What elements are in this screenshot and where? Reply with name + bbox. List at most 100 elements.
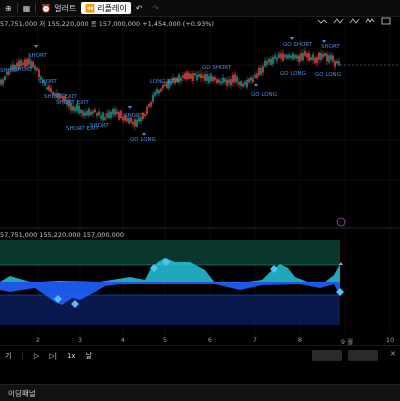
speed-button[interactable]: 1x <box>62 352 81 360</box>
top-toolbar: ⊕ ▦ ⏰ 얼러트 ⏪ 리플레이 ↶ ↷ <box>0 0 400 17</box>
zigzag-icon[interactable] <box>365 18 375 23</box>
candle <box>26 59 28 67</box>
candle <box>204 74 206 81</box>
candle <box>162 84 164 89</box>
indicator-icon[interactable] <box>317 19 328 24</box>
panel-label: 이딩패널 <box>8 388 36 398</box>
candle <box>196 74 198 81</box>
candle <box>0 79 2 85</box>
candle <box>282 53 284 61</box>
replay-controls: 기 | ▷ ▷| 1x 날 ✕ <box>0 345 400 366</box>
timeframe-label[interactable]: 기 <box>0 351 16 361</box>
step-forward-icon[interactable]: ▷| <box>44 352 62 360</box>
candle <box>332 55 334 62</box>
signal-label: SHORT <box>14 67 33 73</box>
candle <box>308 52 310 61</box>
signal-label: SHORT <box>38 79 57 85</box>
alert-button[interactable]: ⏰ 얼러트 <box>36 0 81 16</box>
candle <box>158 90 160 94</box>
candle <box>188 72 190 79</box>
candle <box>240 81 242 87</box>
candle <box>144 113 146 117</box>
candle <box>112 109 114 115</box>
wave-icon[interactable] <box>333 18 344 24</box>
layout-icon[interactable] <box>381 17 391 25</box>
candle <box>284 54 286 58</box>
candle <box>108 111 110 119</box>
candle <box>22 62 24 66</box>
grid-layout-icon[interactable]: ▦ <box>18 0 36 16</box>
candle <box>226 79 228 86</box>
candle <box>288 54 290 59</box>
candle <box>262 66 264 73</box>
candle <box>246 79 248 88</box>
candle <box>186 71 188 80</box>
candle <box>228 79 230 84</box>
alert-marker-icon[interactable] <box>336 217 346 227</box>
candle <box>314 57 316 64</box>
candle <box>244 81 246 86</box>
candle <box>286 54 288 59</box>
x-tick: 4 <box>120 336 126 344</box>
candle <box>242 83 244 87</box>
candle <box>134 119 136 127</box>
candle <box>326 54 328 62</box>
candle <box>210 74 212 82</box>
candle <box>4 76 6 80</box>
redo-icon[interactable]: ↷ <box>147 0 164 16</box>
trading-panel-tab[interactable]: 이딩패널 <box>0 384 400 401</box>
candle <box>276 57 278 61</box>
candle <box>270 58 272 65</box>
disabled-action-button[interactable] <box>312 350 342 361</box>
candle <box>100 115 102 119</box>
signal-label: LONG EXIT <box>150 79 180 85</box>
wave-icon-2[interactable] <box>349 18 360 24</box>
candle <box>50 88 52 93</box>
signal-label: SHORT <box>124 113 143 119</box>
interval-button[interactable]: 날 <box>81 351 97 361</box>
undo-icon[interactable]: ↶ <box>131 0 148 16</box>
candle <box>150 102 152 107</box>
candle <box>222 77 224 83</box>
candle <box>110 111 112 118</box>
signal-label: SHORT <box>90 123 109 129</box>
candle <box>316 56 318 64</box>
candle <box>198 73 200 77</box>
replay-label: 리플레이 <box>97 3 127 13</box>
candle <box>272 57 274 65</box>
candle <box>338 61 340 66</box>
candle <box>336 60 338 64</box>
candle <box>258 67 260 76</box>
candle <box>224 78 226 83</box>
candle <box>160 88 162 92</box>
candle <box>266 60 268 65</box>
candle <box>84 112 86 116</box>
candle <box>202 75 204 78</box>
candle <box>248 78 250 83</box>
candle <box>206 74 208 82</box>
candle <box>88 108 90 116</box>
disabled-action-button-2[interactable] <box>348 350 378 361</box>
close-icon[interactable]: ✕ <box>390 350 396 358</box>
candle <box>216 79 218 84</box>
candle <box>274 55 276 59</box>
candle <box>322 54 324 58</box>
candle <box>304 50 306 56</box>
x-tick: 6 <box>207 336 213 344</box>
x-tick: 2 <box>35 336 41 344</box>
candle <box>36 68 38 71</box>
candle <box>34 65 36 71</box>
candle <box>96 113 98 116</box>
rewind-icon: ⏪ <box>85 3 96 13</box>
play-icon[interactable]: ▷ <box>29 352 44 360</box>
candle <box>182 75 184 78</box>
candle <box>334 60 336 67</box>
replay-button[interactable]: ⏪ 리플레이 <box>81 2 131 14</box>
candle <box>292 53 294 60</box>
candle <box>116 111 118 114</box>
plus-square-icon[interactable]: ⊕ <box>0 0 17 16</box>
signal-label: GO LONG <box>280 71 306 77</box>
signal-label: GO LONG <box>130 137 156 143</box>
candle <box>146 106 148 115</box>
candle <box>46 87 48 90</box>
